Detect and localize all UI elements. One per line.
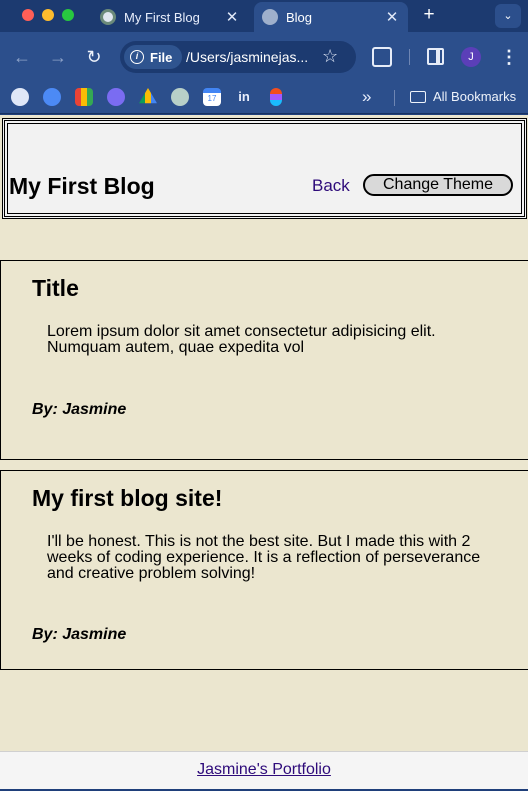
site-info-label: File xyxy=(150,49,173,65)
extensions-puzzle-icon[interactable] xyxy=(372,47,392,67)
close-tab-icon[interactable]: ✕ xyxy=(382,8,402,26)
info-icon: i xyxy=(130,50,144,64)
site-info-chip[interactable]: i File xyxy=(124,45,183,69)
folder-icon xyxy=(410,90,426,103)
address-bar[interactable]: i File /Users/jasminejas... ☆ xyxy=(120,41,356,73)
globe-favicon-icon xyxy=(262,9,278,25)
close-tab-icon[interactable]: ✕ xyxy=(222,8,242,26)
change-theme-button[interactable]: Change Theme xyxy=(363,174,513,196)
page-content: My First Blog Back Change Theme Title Lo… xyxy=(0,115,528,789)
post-author: By: Jasmine xyxy=(32,401,127,418)
side-panel-icon[interactable] xyxy=(427,48,444,65)
post-body: Lorem ipsum dolor sit amet consectetur a… xyxy=(47,323,436,356)
maximize-window-button[interactable] xyxy=(62,9,74,21)
portfolio-link[interactable]: Jasmine's Portfolio xyxy=(197,761,331,779)
drive-icon[interactable] xyxy=(139,88,157,104)
new-tab-button[interactable]: + xyxy=(418,4,440,26)
post-author: By: Jasmine xyxy=(32,626,127,643)
tab-label: My First Blog xyxy=(124,9,200,25)
post-title: My first blog site! xyxy=(32,485,223,511)
app-icon[interactable] xyxy=(107,88,125,106)
bookmarks-overflow-icon[interactable]: » xyxy=(362,87,371,107)
url-text[interactable]: /Users/jasminejas... xyxy=(186,49,308,65)
site-header: My First Blog Back Change Theme xyxy=(2,118,527,219)
all-bookmarks-label: All Bookmarks xyxy=(433,89,517,104)
post-title: Title xyxy=(32,275,79,301)
linkedin-icon[interactable]: in xyxy=(235,88,253,106)
more-menu-icon[interactable]: ⋮ xyxy=(500,45,518,69)
site-footer: Jasmine's Portfolio xyxy=(0,751,528,789)
gmail-icon[interactable] xyxy=(75,88,93,106)
blog-post: Title Lorem ipsum dolor sit amet consect… xyxy=(0,260,528,460)
tab-search-button[interactable]: ⌄ xyxy=(495,4,521,28)
calendar-icon[interactable]: 17 xyxy=(203,88,221,106)
reload-icon[interactable]: ↻ xyxy=(82,45,106,69)
bookmarks-divider xyxy=(394,90,395,106)
blog-post: My first blog site! I'll be honest. This… xyxy=(0,470,528,670)
forward-arrow-icon[interactable]: → xyxy=(46,45,70,69)
back-arrow-icon[interactable]: ← xyxy=(10,45,34,69)
figma-icon[interactable] xyxy=(270,88,282,106)
tab-my-first-blog[interactable]: My First Blog ✕ xyxy=(92,2,248,32)
chatgpt-icon[interactable] xyxy=(171,88,189,106)
back-link[interactable]: Back xyxy=(312,176,350,196)
close-window-button[interactable] xyxy=(22,9,34,21)
tab-blog[interactable]: Blog ✕ xyxy=(254,2,408,32)
globe-icon[interactable] xyxy=(11,88,29,106)
chrome-icon[interactable] xyxy=(43,88,61,106)
tab-label: Blog xyxy=(286,9,313,25)
post-body: I'll be honest. This is not the best sit… xyxy=(47,533,481,582)
browser-titlebar: My First Blog ✕ Blog ✕ + ⌄ xyxy=(0,0,528,32)
site-title: My First Blog xyxy=(9,173,155,199)
all-bookmarks-button[interactable]: All Bookmarks xyxy=(410,89,516,104)
bookmarks-bar: 17 in » All Bookmarks xyxy=(0,82,528,114)
site-favicon-icon xyxy=(100,9,116,25)
browser-toolbar: ← → ↻ i File /Users/jasminejas... ☆ J ⋮ xyxy=(0,32,528,82)
bookmark-star-icon[interactable]: ☆ xyxy=(322,46,338,67)
profile-avatar[interactable]: J xyxy=(461,47,481,67)
minimize-window-button[interactable] xyxy=(42,9,54,21)
toolbar-divider xyxy=(409,49,410,65)
